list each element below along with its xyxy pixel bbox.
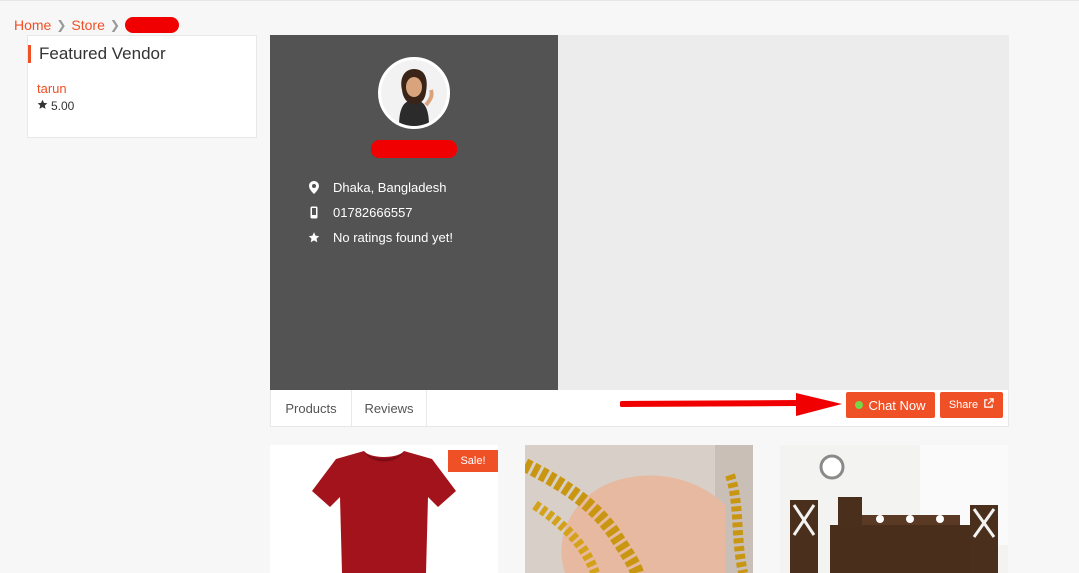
mobile-phone-icon (308, 206, 320, 220)
redacted-store-title (371, 140, 457, 158)
chat-now-label: Chat Now (868, 397, 926, 413)
store-location-text: Dhaka, Bangladesh (333, 180, 447, 195)
tab-products[interactable]: Products (271, 390, 352, 426)
tab-reviews[interactable]: Reviews (352, 390, 427, 426)
external-link-icon (983, 398, 994, 412)
vendor-name-link[interactable]: tarun (37, 81, 67, 96)
store-phone: 01782666557 (308, 200, 453, 225)
star-icon (37, 99, 48, 113)
product-card[interactable] (525, 445, 753, 573)
product-card[interactable] (780, 445, 1008, 573)
top-divider (0, 0, 1079, 1)
store-info-list: Dhaka, Bangladesh 01782666557 No ratings… (308, 175, 453, 250)
store-phone-text: 01782666557 (333, 205, 413, 220)
chat-now-button[interactable]: Chat Now (846, 392, 935, 418)
store-location: Dhaka, Bangladesh (308, 175, 453, 200)
gold-chain-image (525, 445, 753, 573)
widget-title: Featured Vendor (28, 45, 166, 63)
store-profile-info: Dhaka, Bangladesh 01782666557 No ratings… (270, 35, 558, 390)
chevron-right-icon: ❯ (56, 18, 67, 32)
redacted-store-name (124, 17, 179, 33)
product-card[interactable]: Sale! (270, 445, 498, 573)
breadcrumb-store-link[interactable]: Store (71, 17, 104, 33)
store-rating-text: No ratings found yet! (333, 230, 453, 245)
share-button[interactable]: Share (940, 392, 1003, 418)
breadcrumb-home-link[interactable]: Home (14, 17, 51, 33)
online-status-dot (855, 401, 864, 409)
map-marker-icon (308, 181, 320, 195)
annotation-arrow-icon (620, 393, 842, 416)
store-rating: No ratings found yet! (308, 225, 453, 250)
vendor-rating-value: 5.00 (51, 99, 75, 113)
store-avatar (378, 57, 450, 129)
share-label: Share (948, 399, 979, 411)
vendor-rating: 5.00 (37, 99, 74, 113)
featured-vendor-widget: Featured Vendor tarun 5.00 (27, 35, 257, 138)
star-icon (308, 231, 320, 245)
dining-table-image (780, 445, 1008, 573)
chevron-right-icon: ❯ (109, 18, 120, 32)
sale-badge: Sale! (448, 450, 498, 472)
breadcrumb: Home ❯ Store ❯ (14, 17, 179, 33)
